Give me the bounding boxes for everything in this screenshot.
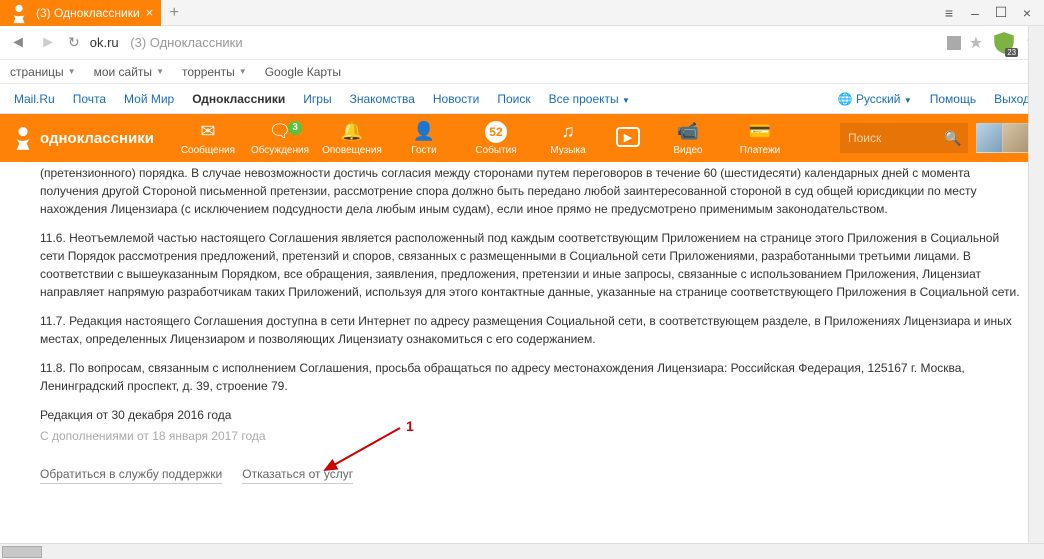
minimize-icon[interactable]: – (964, 2, 986, 24)
play-icon: ▶ (616, 127, 640, 147)
bookmark-star-icon[interactable]: ★ (969, 33, 983, 53)
mailru-link[interactable]: Поиск (497, 92, 530, 106)
help-link[interactable]: Помощь (930, 92, 976, 106)
ok-logo-icon (12, 125, 34, 151)
menu-icon[interactable]: ≡ (938, 2, 960, 24)
user-avatars[interactable] (976, 123, 1032, 153)
nav-messages[interactable]: ✉Сообщения (172, 121, 244, 156)
agreement-paragraph: 11.7. Редакция настоящего Соглашения дос… (40, 312, 1024, 348)
nav-guests[interactable]: 👤Гости (388, 121, 460, 156)
decline-services-link[interactable]: Отказаться от услуг (242, 465, 353, 484)
mailru-link[interactable]: Новости (433, 92, 479, 106)
revision-subdate: С дополнениями от 18 января 2017 года (40, 427, 1024, 445)
page-content: (претензионного) порядка. В случае невоз… (0, 162, 1044, 548)
address-icons: ★ 23 ▼ (947, 30, 1036, 56)
ok-favicon (8, 0, 30, 26)
search-input[interactable] (848, 131, 944, 145)
support-link[interactable]: Обратиться в службу поддержки (40, 465, 222, 484)
events-icon: 52 (485, 121, 507, 143)
person-icon: 👤 (413, 121, 435, 143)
protect-shield-icon[interactable]: 23 (991, 30, 1017, 56)
new-tab-button[interactable]: + (161, 0, 187, 26)
forward-button[interactable]: ► (38, 34, 58, 52)
maximize-icon[interactable]: ☐ (990, 2, 1012, 24)
search-icon[interactable]: 🔍 (944, 130, 961, 147)
ok-main-nav: одноклассники ✉Сообщения 3🗨Обсуждения 🔔О… (0, 114, 1044, 162)
bookmark-item[interactable]: страницы▼ (10, 65, 76, 79)
footer-links: Обратиться в службу поддержки Отказаться… (40, 465, 1024, 484)
bell-icon: 🔔 (341, 121, 363, 143)
url-field[interactable]: ok.ru (3) Одноклассники (90, 35, 937, 50)
language-selector[interactable]: 🌐 Русский ▼ (838, 92, 912, 106)
annotation-number: 1 (406, 418, 414, 434)
back-button[interactable]: ◄ (8, 34, 28, 52)
nav-music[interactable]: ♫Музыка (532, 121, 604, 156)
browser-tab[interactable]: (3) Одноклассники × (0, 0, 161, 26)
close-window-icon[interactable]: × (1016, 2, 1038, 24)
agreement-paragraph: 11.6. Неотъемлемой частью настоящего Сог… (40, 229, 1024, 301)
wallet-icon: 💳 (749, 121, 771, 143)
agreement-paragraph: (претензионного) порядка. В случае невоз… (40, 164, 1024, 218)
reload-button[interactable]: ↻ (68, 34, 80, 51)
mailru-link[interactable]: Почта (73, 92, 106, 106)
video-icon: 📹 (677, 121, 699, 143)
nav-video[interactable]: 📹Видео (652, 121, 724, 156)
music-icon: ♫ (561, 121, 575, 143)
close-icon[interactable]: × (146, 5, 154, 20)
browser-titlebar: (3) Одноклассники × + ≡ – ☐ × (0, 0, 1044, 26)
nav-events[interactable]: 52События (460, 121, 532, 156)
mailru-link-active[interactable]: Одноклассники (192, 92, 285, 106)
window-controls: ≡ – ☐ × (938, 2, 1044, 24)
bookmark-item[interactable]: Google Карты (265, 65, 341, 79)
nav-play[interactable]: ▶ (604, 127, 652, 149)
ok-logo[interactable]: одноклассники (12, 125, 154, 151)
lock-icon[interactable] (947, 36, 961, 50)
mailru-link[interactable]: Мой Мир (124, 92, 174, 106)
mailru-link[interactable]: Знакомства (350, 92, 415, 106)
horizontal-scrollbar[interactable] (0, 543, 1044, 559)
agreement-paragraph: 11.8. По вопросам, связанным с исполнени… (40, 359, 1024, 395)
nav-discussions[interactable]: 3🗨Обсуждения (244, 121, 316, 156)
nav-notifications[interactable]: 🔔Оповещения (316, 121, 388, 156)
vertical-scrollbar[interactable] (1028, 26, 1044, 543)
bookmark-item[interactable]: мои сайты▼ (94, 65, 164, 79)
badge: 3 (288, 121, 302, 135)
bookmark-item[interactable]: торренты▼ (182, 65, 247, 79)
mailru-link[interactable]: Mail.Ru (14, 92, 55, 106)
mailru-header: Mail.Ru Почта Мой Мир Одноклассники Игры… (0, 84, 1044, 114)
address-bar: ◄ ► ↻ ok.ru (3) Одноклассники ★ 23 ▼ (0, 26, 1044, 60)
exit-link[interactable]: Выход (994, 92, 1030, 106)
scrollbar-thumb[interactable] (2, 546, 42, 558)
revision-date: Редакция от 30 декабря 2016 года (40, 406, 1024, 424)
bookmarks-bar: страницы▼ мои сайты▼ торренты▼ Google Ка… (0, 60, 1044, 84)
mailru-link[interactable]: Игры (303, 92, 331, 106)
tab-title: (3) Одноклассники (36, 6, 140, 20)
search-box[interactable]: 🔍 (840, 123, 968, 153)
envelope-icon: ✉ (200, 121, 215, 143)
nav-payments[interactable]: 💳Платежи (724, 121, 796, 156)
mailru-link[interactable]: Все проекты ▼ (549, 92, 630, 106)
